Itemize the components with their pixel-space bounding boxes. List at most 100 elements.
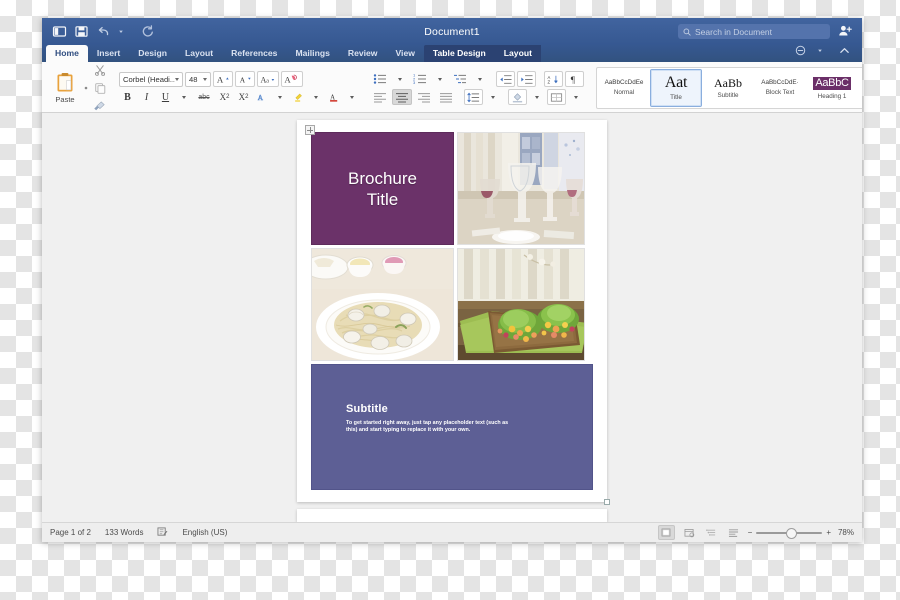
align-right-button[interactable] [414,89,434,105]
text-effects-caret[interactable] [272,89,288,105]
highlight-color-button[interactable] [290,89,306,105]
copy-button[interactable] [91,80,109,96]
shading-button[interactable] [508,89,527,105]
zoom-level[interactable]: 78% [838,528,854,537]
format-painter-button[interactable] [90,98,109,114]
redo-icon[interactable] [140,24,155,39]
cut-button[interactable] [91,62,109,78]
style-name: Heading 1 [817,92,847,100]
line-spacing-caret[interactable] [485,89,501,105]
decrease-indent-button[interactable] [496,71,515,87]
tab-view[interactable]: View [386,45,423,62]
brochure-subtitle-block[interactable]: Subtitle To get started right away, just… [311,364,610,505]
font-size-combo[interactable]: 48 [185,71,211,87]
sidebar-toggle-icon[interactable] [52,24,67,39]
undo-icon[interactable] [96,24,111,39]
grow-font-button[interactable]: A [213,71,233,87]
search-input[interactable]: Search in Document [678,24,830,39]
align-center-button[interactable] [392,89,412,105]
tab-home[interactable]: Home [46,45,88,62]
clear-formatting-button[interactable]: A [281,71,303,87]
document-page-2[interactable] [297,509,607,522]
tab-table-layout[interactable]: Layout [494,45,541,62]
tab-layout[interactable]: Layout [176,45,222,62]
zoom-knob[interactable] [786,527,798,539]
zoom-track[interactable] [756,527,823,539]
document-page-1[interactable]: Brochure Title Subtitle To get started r… [297,120,610,505]
photo-pasta-clams[interactable] [311,248,454,361]
justify-button[interactable] [436,89,456,105]
style-subtitle[interactable]: AaBb Subtitle [702,69,754,107]
multilevel-list-button[interactable] [450,71,470,87]
language-indicator[interactable]: English (US) [182,528,227,537]
undo-dropdown-caret[interactable] [118,24,133,39]
brochure-title-block[interactable]: Brochure Title [311,132,454,245]
add-person-icon[interactable] [838,24,853,39]
shrink-font-button[interactable]: A [235,71,255,87]
style-heading-1[interactable]: AaBbC Heading 1 [806,69,858,107]
font-name-combo[interactable]: Corbel (Headi... [119,71,183,87]
shading-caret[interactable] [529,89,545,105]
save-icon[interactable] [74,24,89,39]
text-effects-button[interactable]: A [254,89,270,105]
paragraph-row-bottom [370,89,584,105]
underline-dropdown-caret[interactable] [176,89,192,105]
change-case-button[interactable]: Aa [257,71,279,87]
print-layout-view-button[interactable] [657,525,675,540]
draft-view-button[interactable] [726,526,741,539]
table-resize-handle[interactable] [604,499,610,505]
numbered-list-caret[interactable] [432,71,448,87]
proofing-icon[interactable] [157,524,168,542]
align-left-button[interactable] [370,89,390,105]
photo-salad-board[interactable] [457,248,585,361]
word-count[interactable]: 133 Words [105,528,144,537]
superscript-button[interactable]: X2 [235,89,252,105]
numbered-list-button[interactable]: 123 [410,71,430,87]
multilevel-list-caret[interactable] [472,71,488,87]
table-move-handle-icon[interactable] [305,125,315,135]
tab-table-design[interactable]: Table Design [423,45,495,62]
borders-caret[interactable] [568,89,584,105]
ribbon-options-icon[interactable] [795,45,810,60]
paste-dropdown-caret[interactable] [82,85,89,91]
multilevel-list-icon [454,74,466,84]
highlight-color-caret[interactable] [308,89,324,105]
tab-review[interactable]: Review [339,45,387,62]
style-heading-2[interactable]: AaBbCcDdE· Heading 2 [858,69,862,107]
photo-wine-glasses[interactable] [457,132,585,245]
style-block-text[interactable]: AaBbCcDdE· Block Text [754,69,806,107]
bullet-list-caret[interactable] [392,71,408,87]
page-indicator[interactable]: Page 1 of 2 [50,528,91,537]
line-spacing-button[interactable] [464,89,483,105]
borders-icon [550,92,563,102]
zoom-in-button[interactable]: + [826,528,831,537]
subscript-button[interactable]: X2 [216,89,233,105]
style-normal[interactable]: AaBbCcDdEe Normal [598,69,650,107]
font-color-caret[interactable] [344,89,360,105]
increase-indent-button[interactable] [517,71,536,87]
document-canvas[interactable]: Brochure Title Subtitle To get started r… [42,113,862,522]
paste-button[interactable]: Paste [48,66,82,110]
web-layout-view-button[interactable] [682,526,697,539]
sort-button[interactable]: AZ [544,71,563,87]
svg-text:A: A [217,75,224,85]
chevron-up-icon[interactable] [839,45,854,60]
zoom-slider[interactable]: − + [748,527,831,539]
tab-mailings[interactable]: Mailings [286,45,338,62]
bold-button[interactable]: B [119,89,136,105]
ribbon-options-caret-icon[interactable] [817,45,832,60]
borders-button[interactable] [547,89,566,105]
tab-references[interactable]: References [222,45,286,62]
tab-insert[interactable]: Insert [88,45,129,62]
zoom-out-button[interactable]: − [748,528,753,537]
outline-view-button[interactable] [704,526,719,539]
clipboard-icon [57,73,73,92]
font-color-button[interactable]: A [326,89,342,105]
style-title[interactable]: Aat Title [650,69,702,107]
show-paragraph-marks-button[interactable]: ¶ [565,71,584,87]
italic-button[interactable]: I [138,89,155,105]
bullet-list-button[interactable] [370,71,390,87]
tab-design[interactable]: Design [129,45,176,62]
underline-button[interactable]: U [157,89,174,105]
strikethrough-button[interactable]: abc [194,89,214,105]
